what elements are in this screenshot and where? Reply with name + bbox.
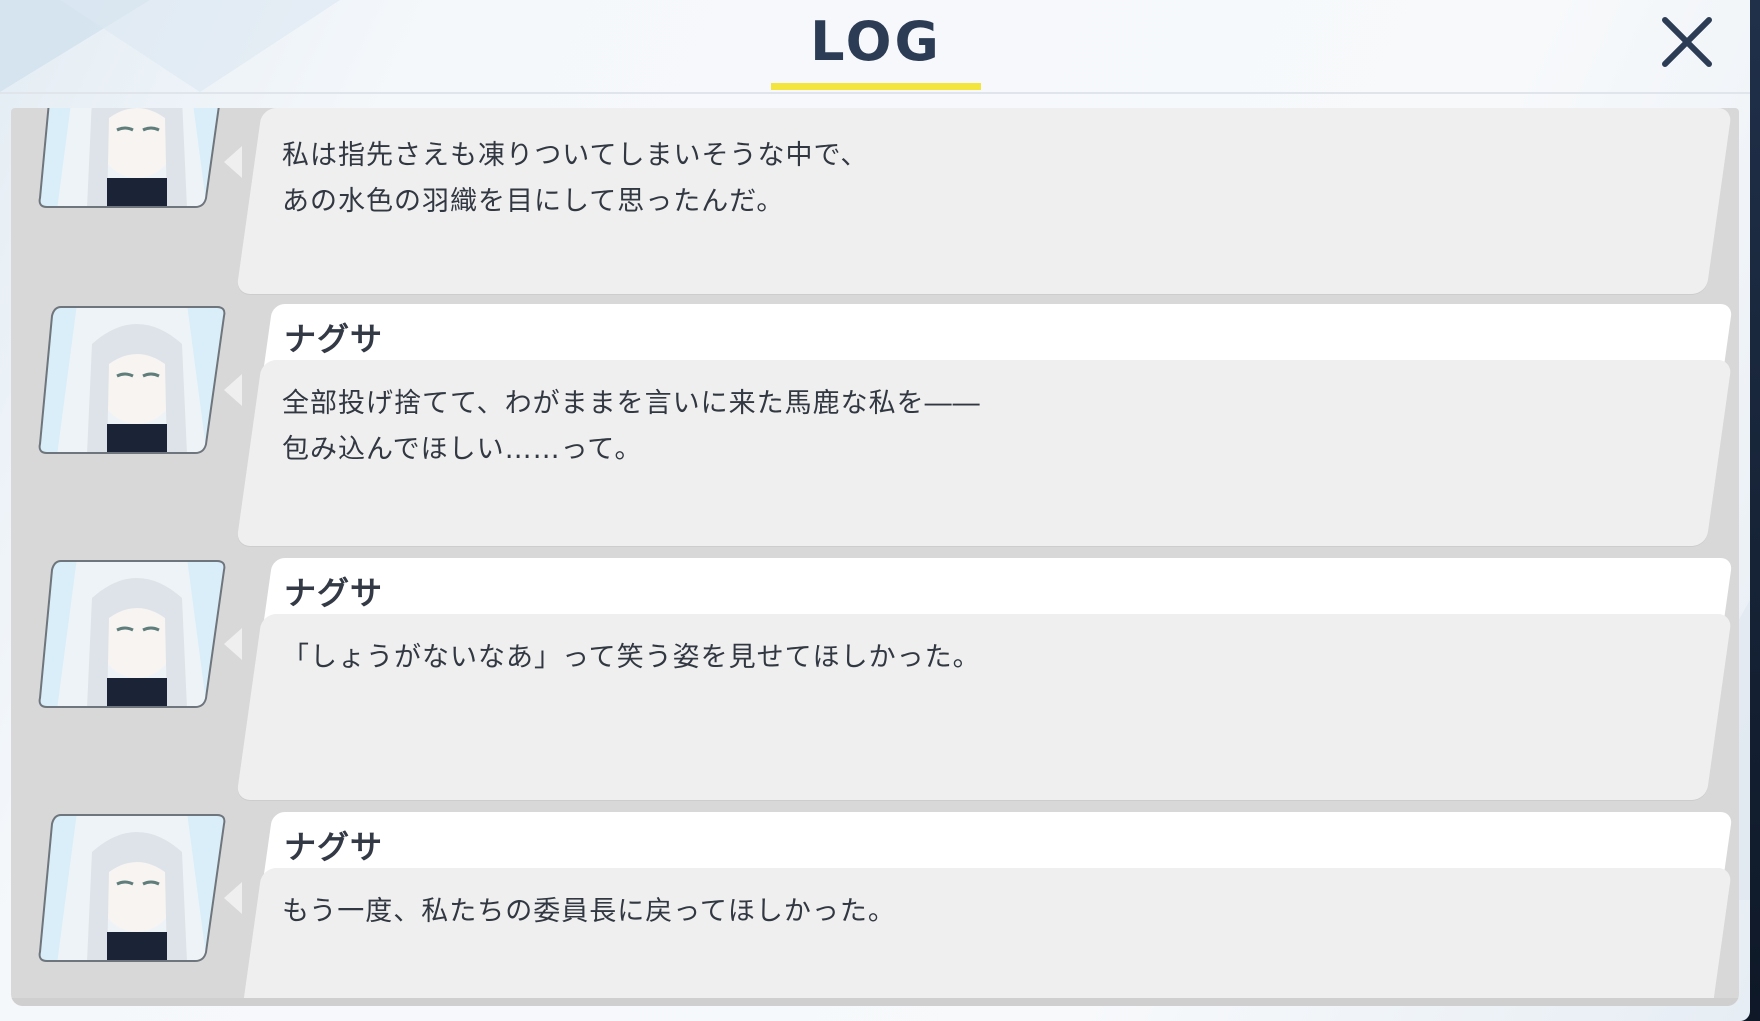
title-underline: [771, 83, 981, 90]
bubble-pointer: [224, 374, 242, 406]
log-header: LOG: [0, 0, 1750, 94]
message-text: もう一度、私たちの委員長に戻ってほしかった。: [282, 896, 896, 927]
speaker-name: ナグサ: [284, 574, 384, 612]
character-portrait: [37, 558, 227, 710]
log-window: LOG 私は指先さえも凍りついてしまいそうな中で、 あの水色の羽織を目にして思っ…: [0, 0, 1750, 1021]
message-text: 私は指先さえも凍りついてしまいそうな中で、 あの水色の羽織を目にして思ったんだ。: [282, 140, 869, 217]
bubble-pointer: [224, 146, 242, 178]
message-text: 「しょうがないなあ」って笑う姿を見せてほしかった。: [282, 642, 981, 673]
message-text: 全部投げ捨てて、わがままを言いに来た馬鹿な私を―― 包み込んでほしい……って。: [282, 388, 981, 465]
speaker-name-bar: [264, 304, 1733, 366]
page-title: LOG: [810, 10, 942, 73]
log-entry: 私は指先さえも凍りついてしまいそうな中で、 あの水色の羽織を目にして思ったんだ。: [11, 108, 1739, 300]
character-portrait: [37, 304, 227, 456]
speaker-name-bar: [264, 812, 1733, 874]
log-entry: ナグサ 「しょうがないなあ」って笑う姿を見せてほしかった。: [11, 558, 1739, 800]
speaker-name-bar: [264, 558, 1733, 620]
bubble-pointer: [224, 882, 242, 914]
speaker-name: ナグサ: [284, 320, 384, 358]
log-list[interactable]: 私は指先さえも凍りついてしまいそうな中で、 あの水色の羽織を目にして思ったんだ。: [11, 108, 1739, 1006]
speaker-name: ナグサ: [284, 828, 384, 866]
character-portrait: [37, 812, 227, 964]
close-icon: [1662, 17, 1712, 67]
panel-bottom-edge: [11, 998, 1739, 1006]
log-entry: ナグサ 全部投げ捨てて、わがままを言いに来た馬鹿な私を―― 包み込んでほしい………: [11, 304, 1739, 546]
bubble-pointer: [224, 628, 242, 660]
character-portrait: [37, 108, 227, 210]
close-button[interactable]: [1655, 10, 1719, 74]
log-entry: ナグサ もう一度、私たちの委員長に戻ってほしかった。: [11, 812, 1739, 1006]
